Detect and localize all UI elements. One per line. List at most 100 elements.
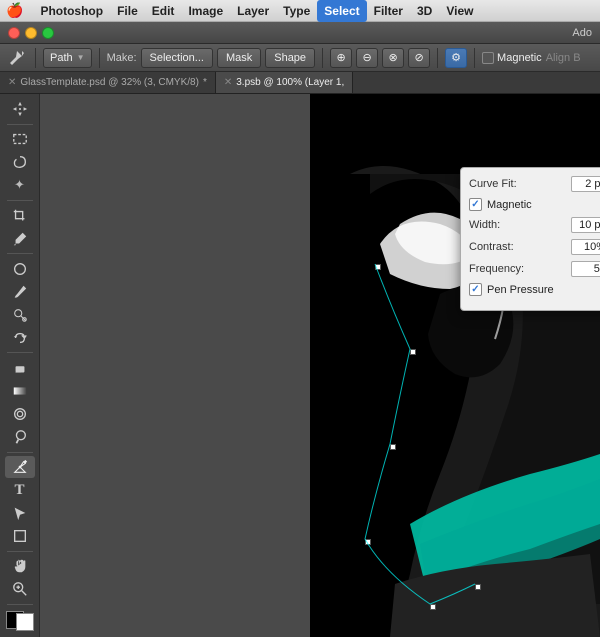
- tab-label-2: 3.psb @ 100% (Layer 1,: [236, 77, 344, 88]
- menu-edit[interactable]: Edit: [145, 0, 182, 22]
- width-input[interactable]: 10 px: [571, 217, 600, 233]
- maximize-button[interactable]: [42, 27, 54, 39]
- pen-tool-icon: [6, 47, 28, 69]
- crop-tool-btn[interactable]: [5, 205, 35, 227]
- toolbar-sep-1: [7, 124, 33, 125]
- toolbar-sep-6: [7, 551, 33, 552]
- menu-type[interactable]: Type: [276, 0, 317, 22]
- tab-close-icon-1[interactable]: ✕: [8, 77, 16, 88]
- path-point-3: [390, 444, 396, 450]
- popup-panel: Curve Fit: 2 px Magnetic Width: 10 px Co…: [460, 167, 600, 311]
- path-point-6: [475, 584, 481, 590]
- contrast-label: Contrast:: [469, 241, 571, 253]
- contrast-input[interactable]: 10%: [571, 239, 600, 255]
- menu-select[interactable]: Select: [317, 0, 366, 22]
- frequency-label: Frequency:: [469, 263, 571, 275]
- mask-button[interactable]: Mask: [217, 48, 261, 68]
- tab-glass-template[interactable]: ✕ GlassTemplate.psd @ 32% (3, CMYK/8) *: [0, 72, 216, 94]
- foreground-background-colors[interactable]: [6, 611, 34, 631]
- menu-image[interactable]: Image: [181, 0, 230, 22]
- title-bar: Ado: [0, 22, 600, 44]
- background-color[interactable]: [16, 613, 34, 631]
- lasso-tool-btn[interactable]: [5, 151, 35, 173]
- close-button[interactable]: [8, 27, 20, 39]
- align-label: Align B: [546, 52, 581, 64]
- marquee-tool-btn[interactable]: [5, 129, 35, 151]
- clone-stamp-tool-btn[interactable]: [5, 304, 35, 326]
- toolbar-sep-5: [7, 452, 33, 453]
- width-row: Width: 10 px: [469, 217, 600, 233]
- gear-settings-btn[interactable]: ⚙: [445, 48, 467, 68]
- apple-logo-icon: 🍎: [6, 2, 23, 19]
- curve-fit-row: Curve Fit: 2 px: [469, 176, 600, 192]
- minimize-button[interactable]: [25, 27, 37, 39]
- toolbar: ✦: [0, 94, 40, 637]
- magic-wand-tool-btn[interactable]: ✦: [5, 174, 35, 196]
- separator-4: [437, 48, 438, 68]
- curve-fit-input[interactable]: 2 px: [571, 176, 600, 192]
- blur-tool-btn[interactable]: [5, 403, 35, 425]
- tab-modified-1: *: [203, 77, 207, 88]
- path-point-1: [375, 264, 381, 270]
- menu-filter[interactable]: Filter: [367, 0, 410, 22]
- pen-pressure-label: Pen Pressure: [487, 284, 554, 296]
- title-bar-text: Ado: [64, 27, 592, 39]
- main-area: ✦: [0, 94, 600, 637]
- pen-pressure-row[interactable]: Pen Pressure: [469, 283, 600, 296]
- path-ops-btn-1[interactable]: ⊕: [330, 48, 352, 68]
- magnetic-popup-label: Magnetic: [487, 199, 532, 211]
- path-selection-tool-btn[interactable]: [5, 502, 35, 524]
- path-ops-btn-4[interactable]: ⊘: [408, 48, 430, 68]
- shape-button[interactable]: Shape: [265, 48, 315, 68]
- separator-3: [322, 48, 323, 68]
- menu-bar: 🍎 Photoshop File Edit Image Layer Type S…: [0, 0, 600, 22]
- tab-close-icon-2[interactable]: ✕: [224, 77, 232, 88]
- zoom-tool-btn[interactable]: [5, 578, 35, 600]
- menu-file[interactable]: File: [110, 0, 145, 22]
- move-tool-btn[interactable]: [5, 98, 35, 120]
- selection-button[interactable]: Selection...: [141, 48, 213, 68]
- separator-5: [474, 48, 475, 68]
- tab-3psb[interactable]: ✕ 3.psb @ 100% (Layer 1,: [216, 72, 353, 94]
- options-bar: Path ▼ Make: Selection... Mask Shape ⊕ ⊖…: [0, 44, 600, 72]
- toolbar-sep-4: [7, 352, 33, 353]
- path-ops-btn-3[interactable]: ⊗: [382, 48, 404, 68]
- menu-3d[interactable]: 3D: [410, 0, 439, 22]
- magnetic-row[interactable]: Magnetic: [469, 198, 600, 211]
- eyedropper-tool-btn[interactable]: [5, 228, 35, 250]
- path-dropdown-label: Path: [50, 52, 73, 64]
- toolbar-sep-2: [7, 200, 33, 201]
- hand-tool-btn[interactable]: [5, 555, 35, 577]
- eraser-tool-btn[interactable]: [5, 357, 35, 379]
- path-dropdown-arrow-icon: ▼: [77, 53, 85, 62]
- path-ops-btn-2[interactable]: ⊖: [356, 48, 378, 68]
- canvas-left-grey: [40, 94, 350, 637]
- spot-healing-tool-btn[interactable]: [5, 258, 35, 280]
- shape-tool-btn[interactable]: [5, 525, 35, 547]
- dodge-tool-btn[interactable]: [5, 426, 35, 448]
- menu-photoshop[interactable]: Photoshop: [33, 0, 110, 22]
- canvas-area: Curve Fit: 2 px Magnetic Width: 10 px Co…: [40, 94, 600, 637]
- pen-pressure-checkbox[interactable]: [469, 283, 482, 296]
- separator-1: [35, 48, 36, 68]
- menu-view[interactable]: View: [439, 0, 480, 22]
- path-point-2: [410, 349, 416, 355]
- path-point-4: [365, 539, 371, 545]
- magnetic-option[interactable]: Magnetic: [482, 52, 542, 64]
- type-tool-btn[interactable]: T: [5, 479, 35, 501]
- path-point-5: [430, 604, 436, 610]
- toolbar-sep-7: [7, 604, 33, 605]
- frequency-input[interactable]: 57: [571, 261, 600, 277]
- gradient-tool-btn[interactable]: [5, 380, 35, 402]
- magnetic-checkbox-icon: [482, 52, 494, 64]
- magnetic-checkbox-popup[interactable]: [469, 198, 482, 211]
- separator-2: [99, 48, 100, 68]
- path-dropdown[interactable]: Path ▼: [43, 48, 92, 68]
- tabs-bar: ✕ GlassTemplate.psd @ 32% (3, CMYK/8) * …: [0, 72, 600, 94]
- pen-tool-btn[interactable]: [5, 456, 35, 478]
- width-label: Width:: [469, 219, 571, 231]
- brush-tool-btn[interactable]: [5, 281, 35, 303]
- traffic-lights: [8, 27, 54, 39]
- menu-layer[interactable]: Layer: [230, 0, 276, 22]
- history-brush-tool-btn[interactable]: [5, 327, 35, 349]
